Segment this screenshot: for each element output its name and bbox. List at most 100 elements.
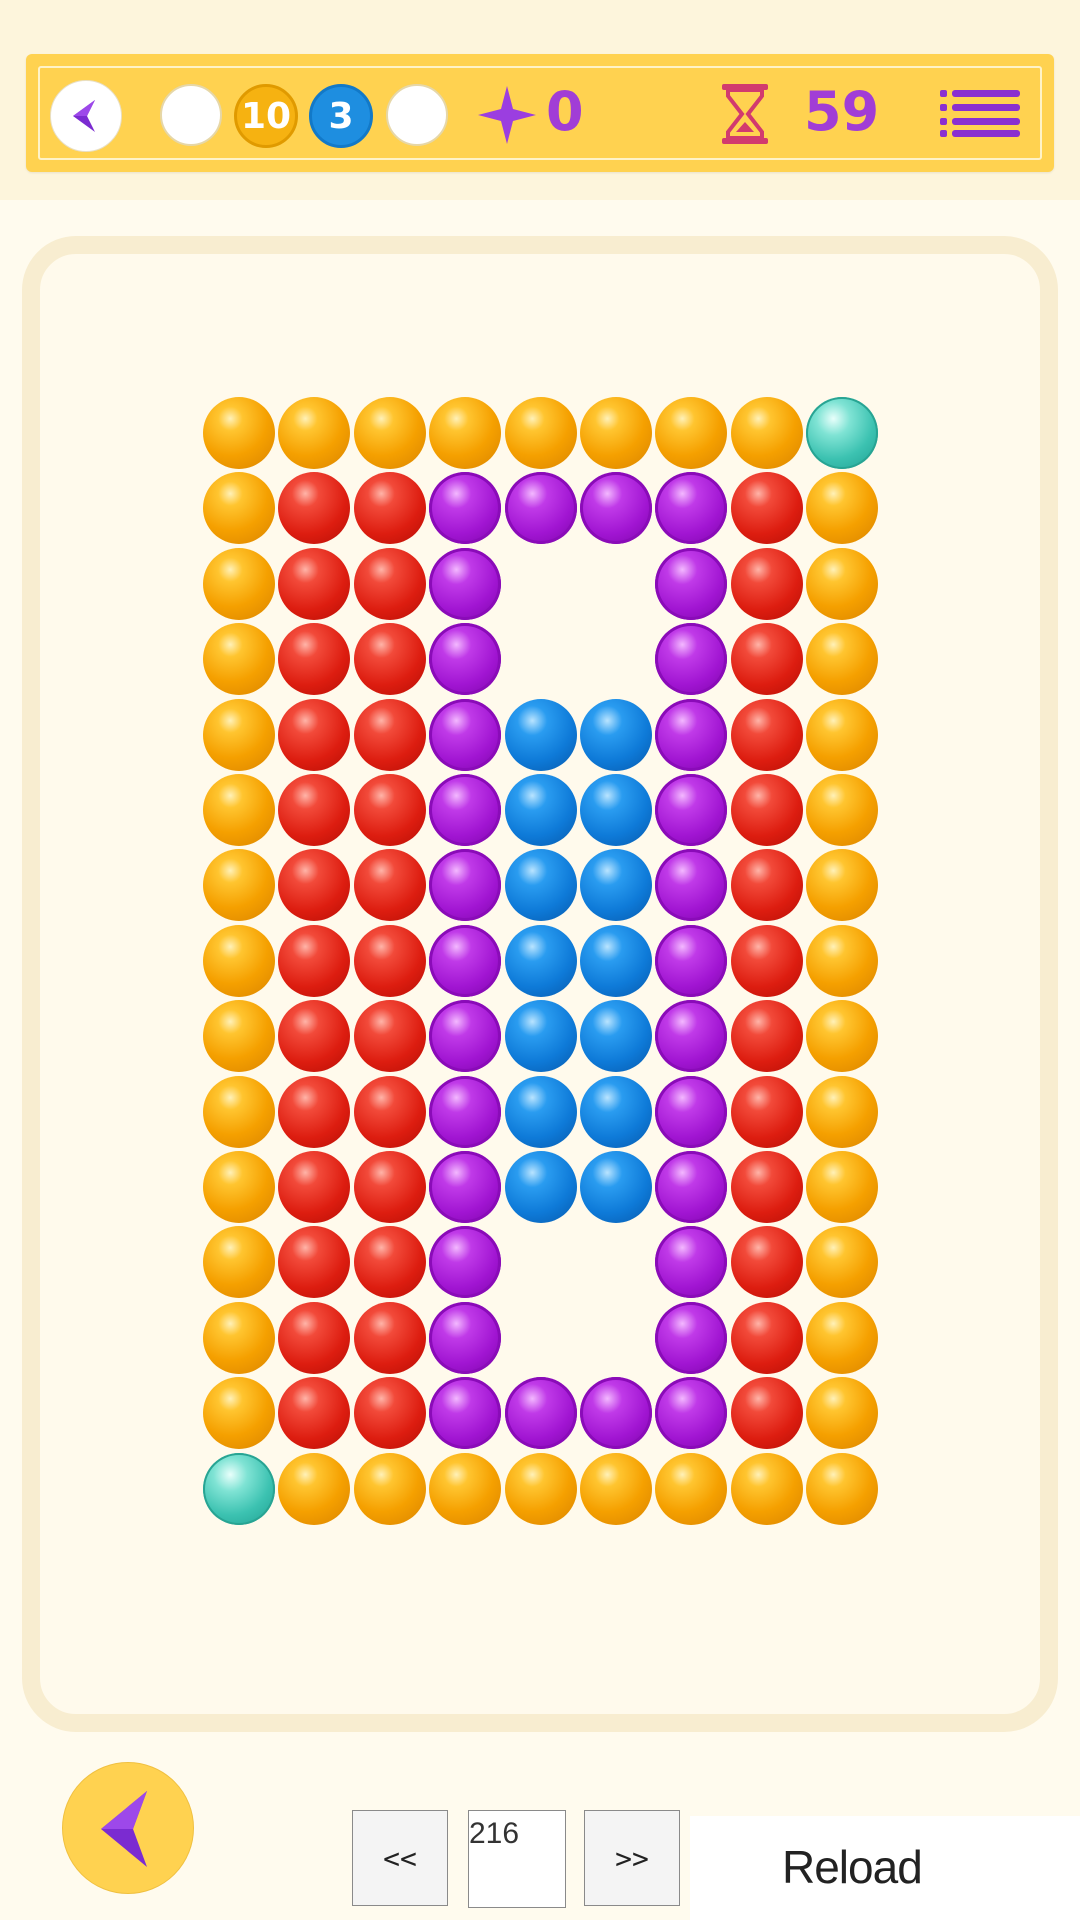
ball-red[interactable] xyxy=(353,1377,426,1450)
ball-blue[interactable] xyxy=(580,924,652,997)
ball-orange[interactable] xyxy=(353,397,426,469)
ball-orange[interactable] xyxy=(580,397,652,469)
ball-red[interactable] xyxy=(353,698,426,771)
ball-blue[interactable] xyxy=(580,698,652,771)
back-button-bottom[interactable] xyxy=(62,1762,194,1894)
ball-orange[interactable] xyxy=(203,623,275,696)
ball-blue[interactable] xyxy=(580,1151,652,1223)
ball-red[interactable] xyxy=(730,849,803,922)
ball-orange[interactable] xyxy=(806,623,879,696)
ball-blue[interactable] xyxy=(504,924,577,997)
ball-purple[interactable] xyxy=(655,698,728,771)
ball-red[interactable] xyxy=(730,1000,803,1073)
ball-red[interactable] xyxy=(353,774,426,846)
ball-blue[interactable] xyxy=(504,774,577,846)
ball-orange[interactable] xyxy=(203,774,275,846)
ball-orange[interactable] xyxy=(203,698,275,771)
prev-level-button[interactable]: << xyxy=(352,1810,448,1906)
ball-red[interactable] xyxy=(730,623,803,696)
ball-purple[interactable] xyxy=(429,924,502,997)
ball-orange[interactable] xyxy=(730,1452,803,1525)
ball-red[interactable] xyxy=(353,1301,426,1374)
ball-purple[interactable] xyxy=(655,924,728,997)
ball-red[interactable] xyxy=(730,1075,803,1148)
ball-orange[interactable] xyxy=(203,1151,275,1223)
ball-red[interactable] xyxy=(278,774,351,846)
ball-blue[interactable] xyxy=(504,1000,577,1073)
ball-red[interactable] xyxy=(730,472,803,545)
ball-red[interactable] xyxy=(730,1377,803,1450)
ball-red[interactable] xyxy=(353,472,426,545)
ball-teal[interactable] xyxy=(806,397,879,469)
back-button-top[interactable] xyxy=(50,80,122,152)
ball-purple[interactable] xyxy=(429,623,502,696)
ball-orange[interactable] xyxy=(806,774,879,846)
ball-red[interactable] xyxy=(278,547,351,620)
ball-orange[interactable] xyxy=(429,1452,502,1525)
ball-orange[interactable] xyxy=(203,1301,275,1374)
ball-orange[interactable] xyxy=(203,397,275,469)
ball-blue[interactable] xyxy=(580,774,652,846)
ball-purple[interactable] xyxy=(655,774,728,846)
ball-orange[interactable] xyxy=(504,397,577,469)
ball-orange[interactable] xyxy=(203,1377,275,1450)
ball-orange[interactable] xyxy=(278,397,351,469)
ball-orange[interactable] xyxy=(806,547,879,620)
ball-orange[interactable] xyxy=(806,1075,879,1148)
ball-red[interactable] xyxy=(278,1075,351,1148)
ball-orange[interactable] xyxy=(203,924,275,997)
ball-orange[interactable] xyxy=(806,1452,879,1525)
ball-orange[interactable] xyxy=(655,1452,728,1525)
ball-purple[interactable] xyxy=(429,698,502,771)
ball-orange[interactable] xyxy=(278,1452,351,1525)
ball-blue[interactable] xyxy=(580,849,652,922)
ball-purple[interactable] xyxy=(655,547,728,620)
ball-red[interactable] xyxy=(278,698,351,771)
ball-blue[interactable] xyxy=(580,1000,652,1073)
ball-purple[interactable] xyxy=(429,1377,502,1450)
ball-purple[interactable] xyxy=(580,472,652,545)
ball-orange[interactable] xyxy=(806,1301,879,1374)
ball-orange[interactable] xyxy=(353,1452,426,1525)
ball-blue[interactable] xyxy=(504,849,577,922)
ball-orange[interactable] xyxy=(806,1377,879,1450)
ball-purple[interactable] xyxy=(429,1151,502,1223)
ball-red[interactable] xyxy=(353,1000,426,1073)
ball-orange[interactable] xyxy=(429,397,502,469)
ball-red[interactable] xyxy=(353,623,426,696)
ball-orange[interactable] xyxy=(806,1000,879,1073)
ball-purple[interactable] xyxy=(429,1000,502,1073)
ball-red[interactable] xyxy=(278,924,351,997)
ball-orange[interactable] xyxy=(806,1151,879,1223)
ball-orange[interactable] xyxy=(203,1226,275,1299)
ball-red[interactable] xyxy=(353,849,426,922)
ball-orange[interactable] xyxy=(655,397,728,469)
ball-red[interactable] xyxy=(278,1151,351,1223)
ball-purple[interactable] xyxy=(580,1377,652,1450)
ball-purple[interactable] xyxy=(655,1075,728,1148)
ball-purple[interactable] xyxy=(429,547,502,620)
ball-purple[interactable] xyxy=(429,1301,502,1374)
ball-red[interactable] xyxy=(730,1226,803,1299)
ball-red[interactable] xyxy=(353,1151,426,1223)
ball-purple[interactable] xyxy=(504,1377,577,1450)
ball-orange[interactable] xyxy=(203,1075,275,1148)
ball-orange[interactable] xyxy=(806,924,879,997)
ball-blue[interactable] xyxy=(504,698,577,771)
ball-orange[interactable] xyxy=(203,547,275,620)
ball-red[interactable] xyxy=(730,774,803,846)
ball-teal[interactable] xyxy=(203,1452,275,1525)
next-level-button[interactable]: >> xyxy=(584,1810,680,1906)
ball-orange[interactable] xyxy=(203,849,275,922)
ball-red[interactable] xyxy=(353,1075,426,1148)
ball-red[interactable] xyxy=(353,924,426,997)
ball-purple[interactable] xyxy=(504,472,577,545)
ball-purple[interactable] xyxy=(655,1151,728,1223)
ball-orange[interactable] xyxy=(203,472,275,545)
menu-icon[interactable] xyxy=(940,88,1022,138)
ball-red[interactable] xyxy=(730,547,803,620)
ball-blue[interactable] xyxy=(504,1151,577,1223)
ball-blue[interactable] xyxy=(504,1075,577,1148)
ball-purple[interactable] xyxy=(429,1075,502,1148)
ball-orange[interactable] xyxy=(730,397,803,469)
